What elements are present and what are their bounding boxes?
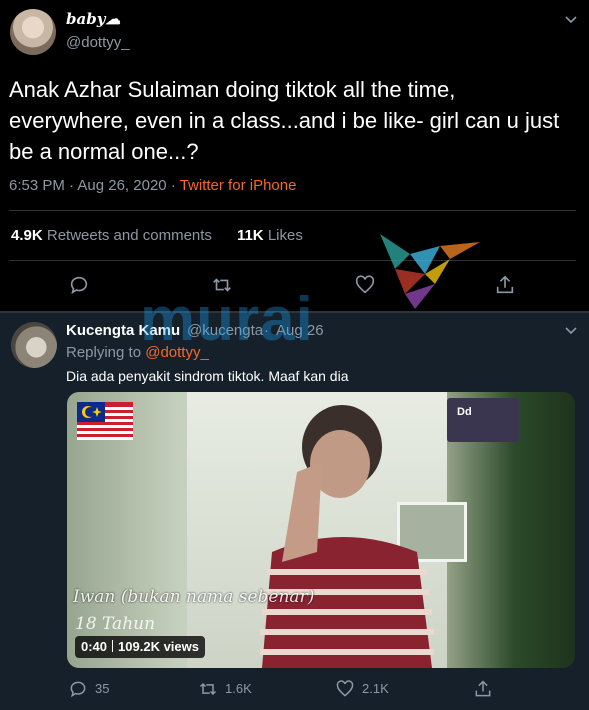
video-duration: 0:40 <box>81 639 108 654</box>
video-duration-badge: 0:40 109.2K views <box>75 636 205 658</box>
retweet-icon <box>199 682 217 696</box>
reply-icon <box>70 681 86 698</box>
share-icon[interactable] <box>494 274 516 296</box>
retweet-count: 1.6K <box>225 681 252 696</box>
like-icon <box>336 680 354 697</box>
avatar[interactable] <box>10 9 56 55</box>
video-player[interactable]: Dd Iwan (bukan nama sebenar) 18 Tahun 0:… <box>67 392 575 668</box>
tweet-stats: 4.9K Retweets and comments 11K Likes <box>11 227 303 244</box>
avatar[interactable] <box>11 322 57 368</box>
chevron-down-icon[interactable] <box>565 14 577 26</box>
meta-separator: · <box>264 322 269 339</box>
tweet-actions <box>0 262 589 308</box>
chevron-down-icon[interactable] <box>565 325 577 337</box>
retweets-label: Retweets and comments <box>46 227 212 244</box>
video-views: 109.2K views <box>118 639 199 654</box>
user-handle[interactable]: @dottyy_ <box>66 34 130 51</box>
video-corner-box: Dd <box>447 398 519 442</box>
divider <box>9 260 576 261</box>
malaysia-flag-icon <box>77 402 133 440</box>
tweet-text: Anak Azhar Sulaiman doing tiktok all the… <box>9 77 560 164</box>
reply-icon[interactable] <box>68 274 90 296</box>
meta-separator: · <box>69 177 75 194</box>
likes-stat[interactable]: 11K Likes <box>237 227 303 244</box>
retweet-icon[interactable] <box>211 274 233 296</box>
retweets-stat[interactable]: 4.9K Retweets and comments <box>11 227 212 244</box>
badge-divider <box>112 640 114 652</box>
like-count: 2.1K <box>362 681 389 696</box>
reply-tweet: Kucengta Kamu @kucengta · Aug 26 Replyin… <box>0 313 589 710</box>
retweets-count: 4.9K <box>11 227 43 244</box>
tweet-time: 6:53 PM <box>9 177 65 194</box>
meta-separator: · <box>170 177 176 194</box>
tweet-text: Dia ada penyakit sindrom tiktok. Maaf ka… <box>66 368 349 384</box>
reply-count: 35 <box>95 681 110 696</box>
display-name[interactable]: Kucengta Kamu <box>66 322 180 339</box>
divider <box>9 210 576 211</box>
likes-label: Likes <box>267 227 303 244</box>
tweet-meta: 6:53 PM · Aug 26, 2020 · Twitter for iPh… <box>9 177 296 194</box>
share-icon <box>475 680 491 697</box>
main-tweet: baby☁ @dottyy_ Anak Azhar Sulaiman doing… <box>0 0 589 311</box>
like-icon[interactable] <box>354 274 376 296</box>
video-caption-line1: Iwan (bukan nama sebenar) <box>73 587 315 607</box>
display-name[interactable]: baby☁ <box>66 10 120 28</box>
replying-to: Replying to @dottyy_ <box>66 344 209 361</box>
likes-count: 11K <box>236 227 264 244</box>
reply-actions: 35 1.6K 2.1K <box>0 675 589 705</box>
tweet-date[interactable]: Aug 26, 2020 <box>77 177 166 194</box>
user-handle[interactable]: @kucengta <box>187 322 263 339</box>
tweet-time[interactable]: Aug 26 <box>276 322 324 339</box>
video-person <box>260 405 434 668</box>
video-caption-line2: 18 Tahun <box>75 614 156 634</box>
corner-label: Dd <box>457 406 472 418</box>
replying-prefix: Replying to <box>66 344 142 361</box>
tweet-source[interactable]: Twitter for iPhone <box>180 177 297 194</box>
mention-link[interactable]: @dottyy_ <box>145 344 209 361</box>
